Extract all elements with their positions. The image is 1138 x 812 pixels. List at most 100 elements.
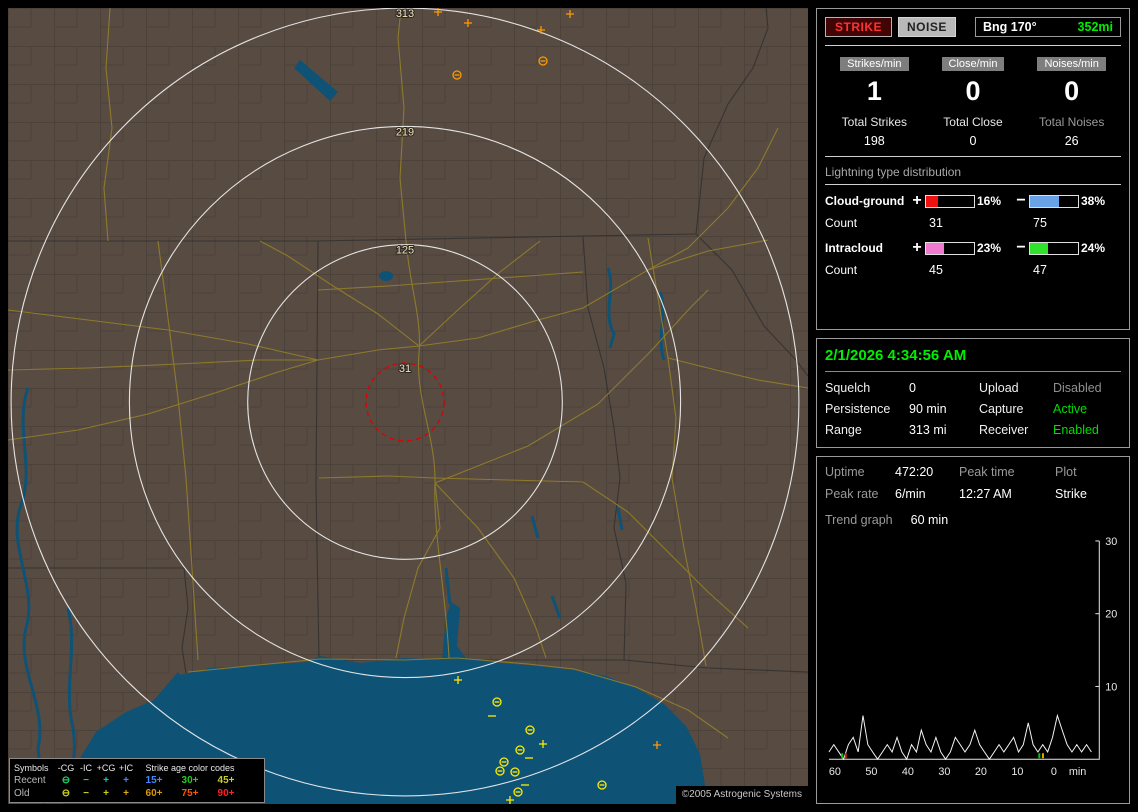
sidebar: STRIKE NOISE Bng 170° 352mi Strikes/min … (816, 8, 1130, 804)
legend-age-code: 30+ (172, 775, 208, 786)
pos-ic-old-symbol: + (116, 788, 136, 799)
pos-cg-old-symbol: + (96, 788, 116, 799)
range-value: 313 mi (909, 423, 979, 437)
close-per-min: Close/min 0 (924, 54, 1023, 107)
separator (825, 184, 1121, 185)
capture-label: Capture (979, 402, 1053, 416)
range-label: Range (825, 423, 909, 437)
strike-mode-button[interactable]: STRIKE (825, 17, 892, 37)
cg-negative-count: 75 (1029, 216, 1079, 230)
map-legend: Symbols-CG-IC+CG+ICStrike age color code… (9, 758, 265, 803)
intracloud-row: Intracloud + 23% − 24% (825, 239, 1121, 257)
neg-ic-old-symbol: − (76, 788, 96, 799)
svg-text:60: 60 (829, 766, 841, 778)
cg-positive-bar (925, 195, 975, 208)
legend-row-label: Recent (14, 775, 56, 786)
capture-status: Active (1053, 402, 1121, 416)
cg-positive-percent: 16% (977, 194, 1013, 208)
bar-fill (926, 196, 938, 207)
map-canvas: 31321912531 (8, 8, 808, 804)
pos-cg-recent-symbol: + (96, 775, 116, 786)
ic-positive-count: 45 (925, 263, 975, 277)
trend-label-row: Trend graph 60 min (825, 513, 1121, 527)
svg-text:313: 313 (396, 8, 414, 20)
persistence-label: Persistence (825, 402, 909, 416)
settings-panel: 2/1/2026 4:34:56 AM Squelch 0 Upload Dis… (816, 338, 1130, 448)
peak-rate-label: Peak rate (825, 487, 895, 501)
total-noises-value: 26 (1022, 134, 1121, 148)
close-per-min-badge: Close/min (942, 57, 1005, 71)
legend-row: Recent⊖−++15+30+45+ (14, 774, 260, 787)
pos-ic-recent-symbol: + (116, 775, 136, 786)
ic-positive-bar (925, 242, 975, 255)
noises-per-min-badge: Noises/min (1037, 57, 1105, 71)
count-label: Count (825, 263, 909, 277)
bar-fill (1030, 243, 1048, 254)
svg-text:50: 50 (865, 766, 877, 778)
info-grid: Uptime 472:20 Peak time Plot Peak rate 6… (825, 465, 1121, 501)
count-label: Count (825, 216, 909, 230)
legend-age-code: 75+ (172, 788, 208, 799)
noises-per-min-value: 0 (1022, 75, 1121, 107)
totals-grid: Total Strikes 198 Total Close 0 Total No… (825, 115, 1121, 148)
svg-text:30: 30 (1105, 536, 1117, 548)
legend-age-code: 90+ (208, 788, 244, 799)
svg-text:0: 0 (1051, 766, 1057, 778)
svg-text:20: 20 (975, 766, 987, 778)
total-close: Total Close 0 (924, 115, 1023, 148)
cloud-ground-label: Cloud-ground (825, 194, 909, 208)
svg-text:30: 30 (938, 766, 950, 778)
separator (825, 156, 1121, 157)
trend-graph-label: Trend graph (825, 513, 893, 527)
total-strikes-value: 198 (825, 134, 924, 148)
bearing-display: Bng 170° 352mi (975, 17, 1121, 37)
bearing-label: Bng 170° (983, 20, 1037, 34)
stats-panel: STRIKE NOISE Bng 170° 352mi Strikes/min … (816, 8, 1130, 330)
legend-column-label: -IC (76, 763, 96, 773)
legend-age-code: 60+ (136, 788, 172, 799)
distribution-title: Lightning type distribution (825, 165, 1121, 179)
ic-negative-bar (1029, 242, 1079, 255)
minus-sign: − (1015, 192, 1027, 210)
legend-age-title: Strike age color codes (136, 763, 244, 773)
noises-per-min: Noises/min 0 (1022, 54, 1121, 107)
ic-negative-count: 47 (1029, 263, 1079, 277)
close-per-min-value: 0 (924, 75, 1023, 107)
total-noises-label: Total Noises (1022, 115, 1121, 129)
legend-row: Old⊖−++60+75+90+ (14, 787, 260, 800)
cg-negative-percent: 38% (1081, 194, 1115, 208)
plot-label: Plot (1055, 465, 1121, 479)
total-noises: Total Noises 26 (1022, 115, 1121, 148)
legend-column-label: +IC (116, 763, 136, 773)
intracloud-label: Intracloud (825, 241, 909, 255)
receiver-label: Receiver (979, 423, 1053, 437)
noise-mode-button[interactable]: NOISE (898, 17, 956, 37)
bar-fill (1030, 196, 1059, 207)
settings-grid: Squelch 0 Upload Disabled Persistence 90… (825, 381, 1121, 437)
plus-sign: + (911, 192, 923, 210)
trend-panel: Uptime 472:20 Peak time Plot Peak rate 6… (816, 456, 1130, 804)
svg-text:10: 10 (1011, 766, 1023, 778)
svg-text:10: 10 (1105, 681, 1117, 693)
total-close-label: Total Close (924, 115, 1023, 129)
neg-cg-recent-symbol: ⊖ (56, 775, 76, 786)
lightning-map[interactable]: 31321912531 Symbols-CG-IC+CG+ICStrike ag… (8, 8, 808, 804)
plot-value: Strike (1055, 487, 1121, 501)
neg-ic-recent-symbol: − (76, 775, 96, 786)
peak-time-label: Peak time (959, 465, 1055, 479)
receiver-status: Enabled (1053, 423, 1121, 437)
svg-text:min: min (1069, 766, 1086, 778)
persistence-value: 90 min (909, 402, 979, 416)
total-strikes: Total Strikes 198 (825, 115, 924, 148)
trend-graph-range: 60 min (911, 513, 949, 527)
legend-column-label: +CG (96, 763, 116, 773)
svg-text:125: 125 (396, 245, 414, 257)
cg-negative-bar (1029, 195, 1079, 208)
cg-positive-count: 31 (925, 216, 975, 230)
total-strikes-label: Total Strikes (825, 115, 924, 129)
squelch-label: Squelch (825, 381, 909, 395)
plus-sign: + (911, 239, 923, 257)
peak-time-value: 12:27 AM (959, 487, 1055, 501)
legend-column-label: -CG (56, 763, 76, 773)
legend-header: Symbols-CG-IC+CG+ICStrike age color code… (14, 761, 260, 774)
